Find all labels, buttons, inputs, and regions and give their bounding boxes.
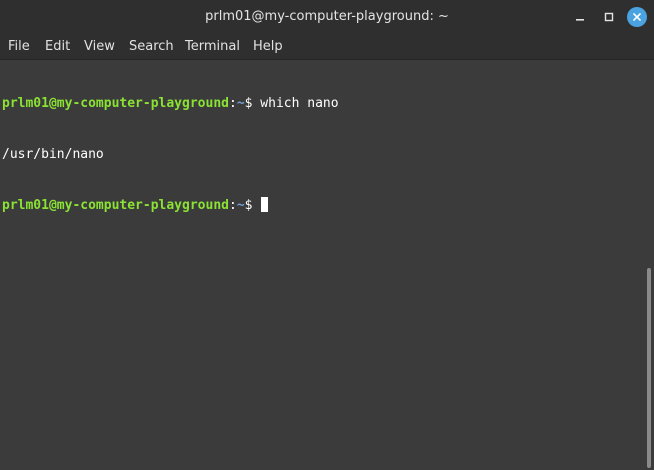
menu-view[interactable]: View (84, 34, 115, 59)
menu-search[interactable]: Search (129, 34, 174, 59)
prompt-colon: : (228, 198, 237, 213)
window-title: prlm01@my-computer-playground: ~ (205, 9, 449, 24)
terminal-output-area[interactable]: prlm01@my-computer-playground:~$ which n… (0, 60, 645, 470)
prompt-symbol: $ (244, 198, 261, 213)
vertical-scrollbar[interactable] (645, 60, 654, 470)
menu-file[interactable]: File (8, 34, 30, 59)
maximize-button[interactable] (600, 8, 618, 26)
prompt-path: ~ (236, 198, 245, 213)
prompt-path: ~ (236, 96, 245, 111)
scrollbar-thumb[interactable] (647, 268, 651, 468)
menu-help[interactable]: Help (253, 34, 283, 59)
terminal-line-prompt: prlm01@my-computer-playground:~$ (2, 197, 645, 214)
text-cursor (261, 197, 269, 212)
prompt-colon: : (228, 96, 237, 111)
terminal-line-command: prlm01@my-computer-playground:~$ which n… (2, 95, 645, 112)
command-output: /usr/bin/nano (2, 147, 104, 162)
close-button[interactable] (627, 7, 647, 27)
command-text: which nano (260, 96, 339, 111)
close-icon (633, 13, 641, 21)
menu-edit[interactable]: Edit (45, 34, 70, 59)
menu-terminal[interactable]: Terminal (185, 34, 240, 59)
menu-bar: File Edit View Search Terminal Help (0, 34, 654, 60)
prompt-symbol: $ (244, 96, 261, 111)
minimize-icon (576, 19, 584, 21)
maximize-icon (604, 12, 614, 22)
prompt-user-host: prlm01@my-computer-playground (2, 198, 229, 213)
terminal-line-output: /usr/bin/nano (2, 146, 645, 163)
title-bar[interactable]: prlm01@my-computer-playground: ~ (0, 0, 654, 35)
prompt-user-host: prlm01@my-computer-playground (2, 96, 229, 111)
terminal-window: prlm01@my-computer-playground: ~ File Ed… (0, 0, 654, 470)
minimize-button[interactable] (571, 8, 589, 26)
